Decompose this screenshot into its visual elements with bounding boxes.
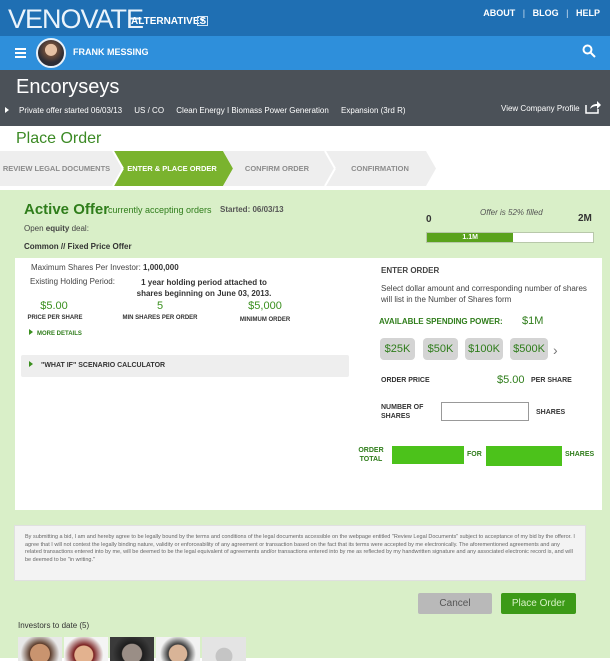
- offer-title: Active Offer: [24, 201, 110, 218]
- company-location: US / CO: [134, 106, 165, 115]
- investor-avatar[interactable]: [156, 637, 200, 661]
- order-total-unit: SHARES: [565, 451, 595, 458]
- order-price-value: $5.00: [497, 374, 525, 386]
- user-name[interactable]: FRANK MESSING: [73, 47, 149, 57]
- deal-kind: Open equity deal:: [24, 224, 89, 233]
- price-per-share-label: PRICE PER SHARE: [27, 315, 83, 321]
- avatar[interactable]: [36, 38, 66, 68]
- offer-status: currently accepting orders: [108, 205, 212, 215]
- search-icon[interactable]: [582, 44, 596, 58]
- company-bar: Encoryseys Private offer started 06/03/1…: [0, 70, 610, 126]
- help-link[interactable]: HELP: [576, 8, 600, 18]
- shares-unit: SHARES: [536, 409, 566, 416]
- offer-details-card: Maximum Shares Per Investor: 1,000,000 E…: [15, 258, 602, 510]
- company-stage: Expansion (3rd R): [341, 106, 406, 115]
- progress-steps: REVIEW LEGAL DOCUMENTS ENTER & PLACE ORD…: [0, 151, 610, 186]
- fill-max: 2M: [578, 213, 592, 224]
- step-review-legal[interactable]: REVIEW LEGAL DOCUMENTS: [0, 151, 113, 186]
- fill-min: 0: [426, 214, 432, 225]
- legal-agreement-text: By submitting a bid, I am and hereby agr…: [14, 525, 586, 581]
- menu-icon[interactable]: [15, 48, 26, 58]
- min-shares-label: MIN SHARES PER ORDER: [122, 315, 198, 321]
- order-price-label: ORDER PRICE: [381, 377, 430, 384]
- number-of-shares-input[interactable]: [441, 402, 529, 421]
- brand-subtitle[interactable]: ALTERNATIVES: [131, 16, 206, 27]
- price-per-share-value: $5.00: [40, 300, 68, 312]
- page-title: Place Order: [16, 130, 102, 147]
- more-details-label: MORE DETAILS: [37, 331, 82, 337]
- alternatives-dropdown-icon[interactable]: ▼: [197, 16, 208, 26]
- chevron-right-icon[interactable]: ›: [553, 342, 558, 358]
- user-bar: FRANK MESSING: [0, 36, 610, 70]
- min-shares-value: 5: [156, 300, 164, 312]
- order-total-for: FOR: [467, 451, 482, 458]
- about-link[interactable]: ABOUT: [483, 8, 515, 18]
- order-price-unit: PER SHARE: [531, 377, 572, 384]
- holding-period-label: Existing Holding Period:: [30, 277, 115, 286]
- place-order-button[interactable]: Place Order: [501, 593, 576, 614]
- top-nav: VENOVATE ALTERNATIVES ▼ ABOUT | BLOG | H…: [0, 0, 610, 36]
- offer-fill-meter: Offer is 52% filled 0 2M 1.1M: [418, 204, 602, 247]
- expand-triangle-icon: [29, 329, 33, 335]
- investor-avatar[interactable]: [110, 637, 154, 661]
- minimum-order-label: MINIMUM ORDER: [239, 317, 291, 323]
- order-panel: Active Offer currently accepting orders …: [0, 190, 610, 658]
- minimum-order-value: $5,000: [248, 300, 282, 312]
- order-total-shares: [486, 446, 562, 466]
- amount-500k-button[interactable]: $500K: [510, 338, 548, 360]
- company-name: Encoryseys: [16, 76, 120, 98]
- step-confirmation[interactable]: CONFIRMATION: [330, 151, 430, 186]
- fill-percent-text: Offer is 52% filled: [480, 208, 543, 217]
- enter-order-description: Select dollar amount and corresponding n…: [381, 284, 587, 304]
- fill-progress-bar: 1.1M: [426, 232, 594, 243]
- max-shares: Maximum Shares Per Investor: 1,000,000: [31, 263, 179, 272]
- divider: |: [522, 8, 526, 18]
- order-total-amount: [392, 446, 464, 464]
- triangle-icon: [5, 107, 9, 113]
- offer-started: Private offer started 06/03/13: [19, 106, 123, 115]
- more-details-toggle[interactable]: MORE DETAILS: [29, 329, 82, 337]
- whatif-calculator-toggle[interactable]: "WHAT IF" SCENARIO CALCULATOR: [21, 355, 349, 377]
- company-meta: Private offer started 06/03/13 US / CO C…: [5, 106, 416, 115]
- company-sector: Clean Energy I Biomass Power Generation: [176, 106, 329, 115]
- blog-link[interactable]: BLOG: [533, 8, 559, 18]
- divider: |: [566, 8, 569, 18]
- spending-power-value: $1M: [522, 315, 544, 327]
- amount-50k-button[interactable]: $50K: [423, 338, 458, 360]
- deal-kind-suffix: deal:: [69, 224, 89, 233]
- max-shares-label: Maximum Shares Per Investor:: [31, 263, 144, 272]
- order-total-label: ORDER TOTAL: [358, 447, 384, 463]
- whatif-label: "WHAT IF" SCENARIO CALCULATOR: [41, 362, 166, 369]
- max-shares-value: 1,000,000: [143, 263, 179, 272]
- step-enter-place-order[interactable]: ENTER & PLACE ORDER: [118, 151, 226, 186]
- holding-period-value: 1 year holding period attached to shares…: [136, 278, 272, 298]
- expand-triangle-icon: [29, 361, 33, 367]
- deal-kind-type: equity: [45, 224, 70, 233]
- enter-order-title: ENTER ORDER: [381, 266, 440, 275]
- investor-avatar[interactable]: [64, 637, 108, 661]
- number-of-shares-label: NUMBER OF SHARES: [381, 404, 424, 420]
- fill-progress-value: 1.1M: [427, 233, 514, 242]
- investors-count: Investors to date (5): [18, 621, 90, 630]
- investor-avatar[interactable]: [18, 637, 62, 661]
- cancel-button[interactable]: Cancel: [418, 593, 492, 614]
- deal-type: Common // Fixed Price Offer: [24, 242, 132, 251]
- brand-logo[interactable]: VENOVATE: [8, 4, 144, 35]
- investor-avatar-placeholder[interactable]: [202, 637, 246, 661]
- share-icon[interactable]: [585, 100, 601, 114]
- spending-power-label: AVAILABLE SPENDING POWER:: [379, 317, 503, 326]
- view-company-profile-link[interactable]: View Company Profile: [501, 104, 580, 113]
- amount-100k-button[interactable]: $100K: [465, 338, 503, 360]
- offer-started-date: Started: 06/03/13: [220, 205, 284, 214]
- amount-25k-button[interactable]: $25K: [380, 338, 415, 360]
- top-links: ABOUT | BLOG | HELP: [483, 8, 600, 18]
- step-confirm-order[interactable]: CONFIRM ORDER: [228, 151, 326, 186]
- deal-kind-prefix: Open: [24, 224, 46, 233]
